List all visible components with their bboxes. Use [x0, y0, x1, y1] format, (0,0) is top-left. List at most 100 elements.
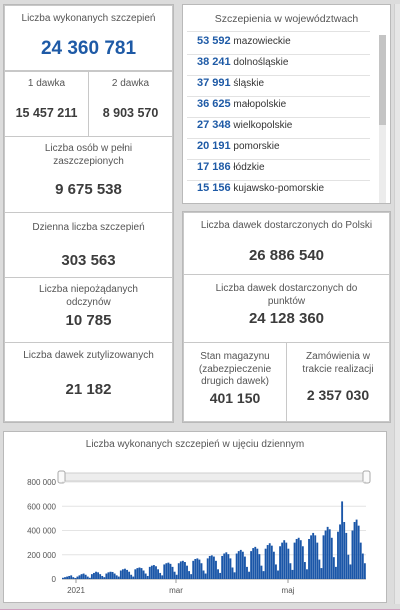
full-label: Liczba osób w pełni zaszczepionych — [44, 143, 133, 167]
bar — [353, 522, 356, 579]
bar — [223, 553, 226, 579]
bar — [295, 538, 298, 579]
bar — [130, 574, 133, 579]
bar — [248, 571, 250, 579]
stock-box: Stan magazynu (zabezpieczenie drugich da… — [183, 342, 287, 422]
region-name: pomorskie — [230, 141, 280, 152]
bar — [171, 566, 174, 579]
dose2-value: 8 903 570 — [102, 105, 159, 120]
bar — [339, 524, 341, 579]
orders-label: Zamówienia w trakcie realizacji — [302, 351, 374, 375]
region-row[interactable]: 37 991 śląskie — [197, 77, 264, 89]
footer-line — [0, 609, 400, 614]
regions-card: Szczepienia w województwach 53 592 mazow… — [182, 4, 391, 204]
region-count: 36 625 — [197, 98, 231, 110]
region-row[interactable]: 17 186 łódzkie — [197, 161, 265, 173]
region-count: 37 991 — [197, 77, 231, 89]
region-count: 53 592 — [197, 35, 231, 47]
bar — [285, 542, 288, 579]
dose2-box: 2 dawka 8 903 570 — [88, 71, 173, 137]
bar — [64, 577, 66, 579]
bar — [179, 561, 182, 579]
summary-card: Liczba wykonanych szczepień 24 360 781 1… — [3, 4, 174, 423]
bar — [163, 564, 166, 579]
region-row[interactable]: 15 156 kujawsko-pomorskie — [197, 182, 324, 194]
bar — [90, 574, 93, 579]
region-row[interactable]: 27 348 wielkopolskie — [197, 119, 292, 131]
y-tick-label: 200 000 — [27, 551, 56, 560]
bar — [239, 549, 242, 579]
bar — [250, 551, 253, 579]
bar — [283, 540, 286, 579]
delivered-pl-value: 26 886 540 — [248, 246, 325, 264]
y-tick-label: 800 000 — [27, 478, 56, 487]
bar — [78, 575, 81, 579]
daily-value: 303 563 — [61, 251, 116, 269]
bar — [215, 560, 217, 579]
bar — [144, 573, 147, 579]
deliveries-card: Liczba dawek dostarczonych do Polski 26 … — [182, 211, 391, 423]
bar — [241, 551, 244, 579]
regions-scrollbar[interactable] — [379, 35, 386, 203]
region-row[interactable]: 20 191 pomorskie — [197, 140, 280, 152]
bar — [281, 542, 284, 579]
region-row[interactable]: 36 625 małopolskie — [197, 98, 286, 110]
bar — [167, 562, 170, 579]
bar — [107, 572, 110, 579]
bar — [334, 566, 337, 579]
stock-label: Stan magazynu (zabezpieczenie drugich da… — [198, 351, 272, 387]
bar — [165, 563, 168, 579]
bar — [310, 535, 313, 579]
bar — [204, 573, 207, 579]
bar — [301, 546, 304, 579]
bar — [217, 569, 219, 579]
bar — [318, 559, 321, 579]
range-slider-handle-left — [57, 470, 66, 484]
region-row[interactable]: 53 592 mazowieckie — [197, 35, 291, 47]
adverse-value: 10 785 — [65, 312, 112, 329]
bar — [146, 575, 149, 579]
bar — [277, 570, 279, 579]
bar — [272, 551, 275, 579]
bar — [181, 560, 184, 579]
bar — [266, 545, 269, 579]
bar — [349, 564, 352, 579]
bar — [148, 566, 151, 579]
bar — [308, 538, 310, 579]
bar — [70, 575, 73, 579]
region-count: 38 241 — [197, 56, 231, 68]
bar — [312, 532, 315, 579]
delivered-pl-box: Liczba dawek dostarczonych do Polski 26 … — [183, 212, 390, 275]
region-name: kujawsko-pomorskie — [230, 183, 325, 194]
region-name: wielkopolskie — [230, 120, 293, 131]
bar — [126, 569, 128, 579]
bar — [159, 572, 162, 579]
bar — [192, 560, 195, 579]
adverse-label: Liczba niepożądanych odczynów — [39, 284, 138, 308]
bar — [260, 565, 263, 579]
bar — [287, 548, 290, 579]
bar — [258, 554, 261, 579]
bar — [256, 548, 259, 579]
scrollbar-thumb[interactable] — [379, 35, 386, 125]
y-tick-label: 400 000 — [27, 527, 56, 536]
bar — [212, 556, 215, 579]
range-slider-handle-right — [362, 470, 371, 484]
bar — [105, 573, 108, 579]
bar — [113, 573, 116, 579]
bar — [264, 548, 267, 579]
dose1-box: 1 dawka 15 457 211 — [4, 71, 89, 137]
daily-vaccinations-chart: 800 000 600 000 400 000 200 000 0 2021 mar maj — [27, 470, 371, 595]
dose1-label: 1 dawka — [27, 78, 66, 89]
bar — [155, 566, 157, 579]
bar — [198, 559, 201, 579]
bar — [225, 552, 228, 579]
bar — [76, 576, 79, 579]
bar — [140, 568, 143, 579]
bar — [157, 569, 159, 579]
bar — [161, 575, 164, 579]
full-value: 9 675 538 — [55, 181, 122, 198]
region-row[interactable]: 38 241 dolnośląskie — [197, 56, 288, 68]
region-count: 20 191 — [197, 140, 231, 152]
total-vaccinations: Liczba wykonanych szczepień 24 360 781 — [4, 5, 173, 71]
